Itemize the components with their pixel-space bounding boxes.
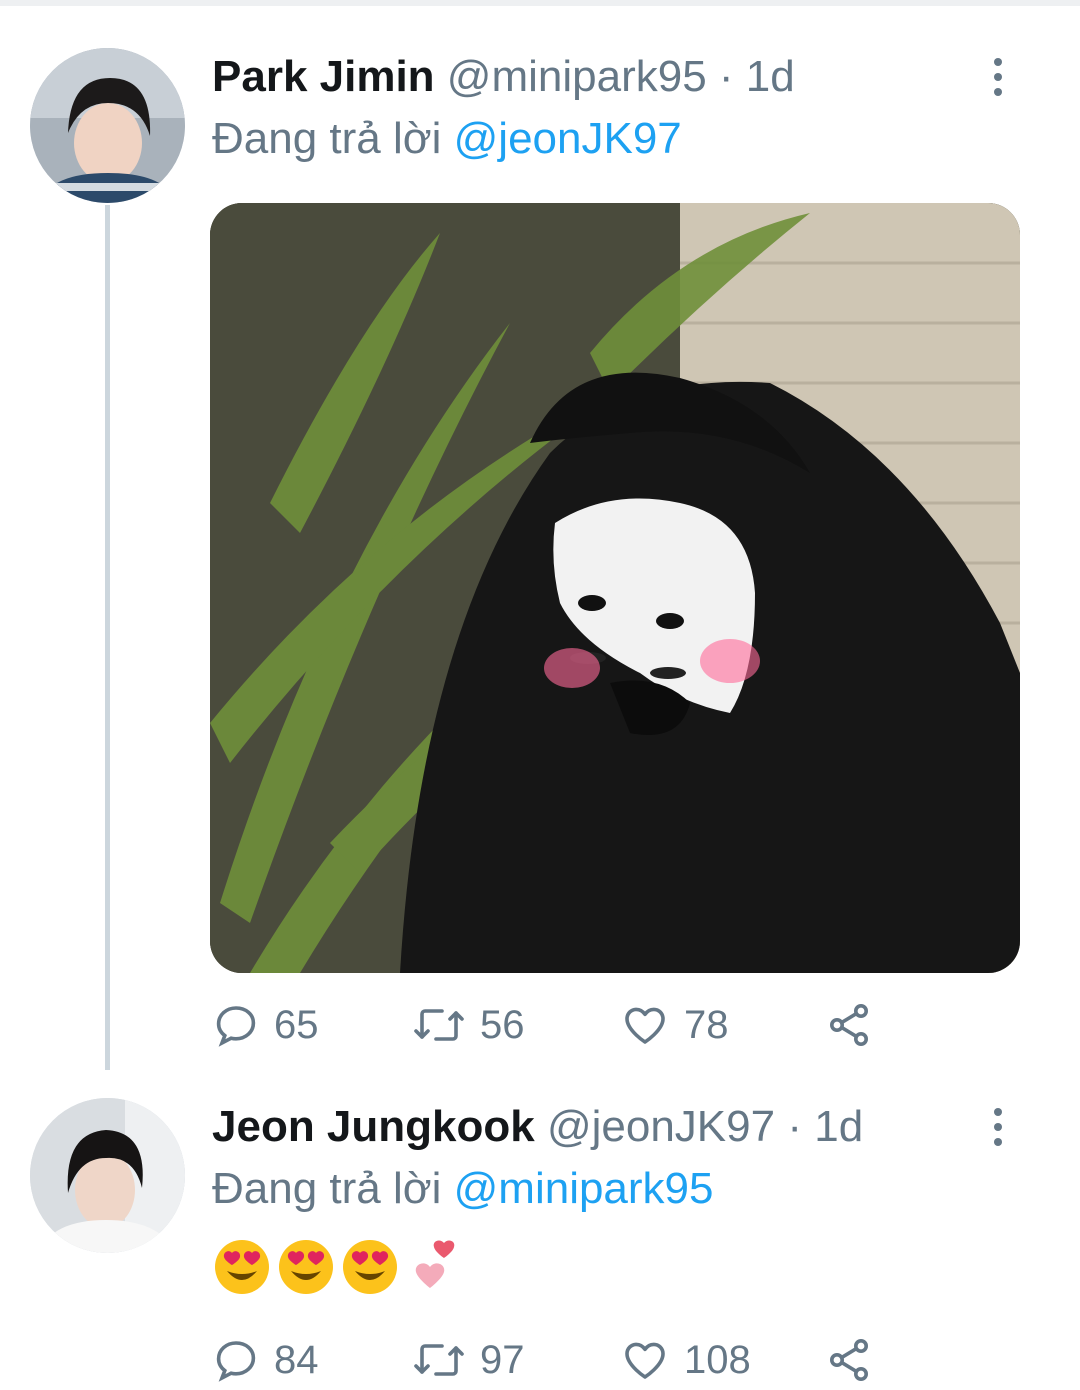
tweet-actions: 84 97 108 <box>212 1330 912 1390</box>
reply-prefix: Đang trả lời <box>212 1164 442 1213</box>
heart-icon <box>625 1342 665 1379</box>
timestamp[interactable]: 1d <box>814 1102 863 1151</box>
two-hearts-emoji-icon <box>415 1240 455 1288</box>
share-button[interactable] <box>824 1330 874 1390</box>
avatar[interactable] <box>30 48 185 203</box>
separator-dot: · <box>787 1102 802 1151</box>
like-button[interactable]: 108 <box>620 1330 751 1390</box>
reply-prefix: Đang trả lời <box>212 114 442 163</box>
tweet-header: Jeon Jungkook @jeonJK97 · 1d <box>212 1102 863 1152</box>
tweet-image[interactable] <box>210 203 1020 973</box>
like-count: 108 <box>684 1337 751 1382</box>
tweet-header: Park Jimin @minipark95 · 1d <box>212 52 795 102</box>
reply-button[interactable]: 65 <box>212 995 319 1055</box>
more-options-icon[interactable] <box>985 58 1011 102</box>
user-handle[interactable]: @minipark95 <box>447 52 707 101</box>
timestamp[interactable]: 1d <box>746 52 795 101</box>
share-icon <box>830 1339 868 1381</box>
heart-eyes-emoji-icon <box>343 1240 397 1294</box>
more-options-icon[interactable] <box>985 1108 1011 1152</box>
profile-photo-jimin <box>30 48 185 203</box>
heart-eyes-emoji-icon <box>215 1240 269 1294</box>
top-divider <box>0 0 1080 6</box>
reply-icon <box>216 1341 256 1382</box>
like-button[interactable]: 78 <box>620 995 729 1055</box>
reply-mention-link[interactable]: @minipark95 <box>454 1164 714 1213</box>
retweet-button[interactable]: 97 <box>412 1330 525 1390</box>
user-handle[interactable]: @jeonJK97 <box>547 1102 775 1151</box>
replying-to: Đang trả lời @minipark95 <box>212 1164 714 1214</box>
thread-connector-line <box>105 205 110 1070</box>
replying-to: Đang trả lời @jeonJK97 <box>212 114 682 164</box>
display-name[interactable]: Jeon Jungkook <box>212 1102 535 1151</box>
avatar[interactable] <box>30 1098 185 1253</box>
tweet-actions: 65 56 78 <box>212 995 912 1055</box>
display-name[interactable]: Park Jimin <box>212 52 435 101</box>
reply-button[interactable]: 84 <box>212 1330 319 1390</box>
like-count: 78 <box>684 1002 729 1047</box>
heart-eyes-emoji-icon <box>279 1240 333 1294</box>
separator-dot: · <box>718 52 734 101</box>
heart-icon <box>625 1007 665 1044</box>
retweet-icon <box>414 1344 464 1376</box>
no-face-photo <box>210 203 1020 973</box>
reply-mention-link[interactable]: @jeonJK97 <box>454 114 682 163</box>
retweet-count: 97 <box>480 1337 525 1382</box>
reply-count: 84 <box>274 1337 319 1382</box>
reply-count: 65 <box>274 1002 319 1047</box>
retweet-count: 56 <box>480 1002 525 1047</box>
share-button[interactable] <box>824 995 874 1055</box>
retweet-button[interactable]: 56 <box>412 995 525 1055</box>
retweet-icon <box>414 1009 464 1041</box>
tweet-body-emojis <box>212 1237 464 1299</box>
reply-icon <box>216 1006 256 1047</box>
share-icon <box>830 1004 868 1046</box>
profile-photo-jungkook <box>30 1098 185 1253</box>
